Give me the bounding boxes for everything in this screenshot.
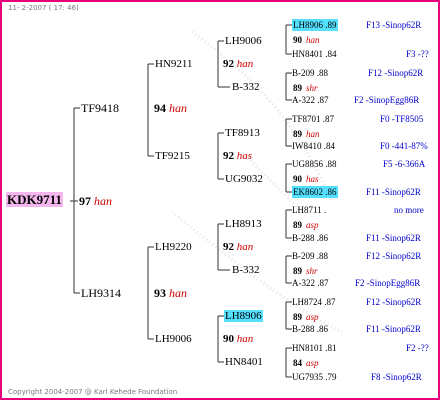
strain-15: F2 -?? bbox=[406, 343, 429, 353]
strain-14: F11 -Sinop62R bbox=[366, 324, 421, 334]
g4-ring-16[interactable]: UG7935 .79 bbox=[292, 371, 337, 383]
g4-ring-2[interactable]: HN8401 .84 bbox=[292, 48, 337, 60]
header-info: 11- 2-2007 ( 17: 46) bbox=[8, 4, 79, 12]
sire[interactable]: TF9418 bbox=[81, 102, 119, 114]
g2-score-line-4: 90 han bbox=[223, 333, 253, 345]
g4-pair-score-3: 89 han bbox=[293, 129, 320, 139]
strain-13: F12 -Sinop62R bbox=[366, 297, 422, 307]
g4-ring-12[interactable]: A-322 .87 bbox=[292, 277, 329, 289]
g4-ring-11[interactable]: B-209 .88 bbox=[292, 250, 328, 262]
g4-ring-15[interactable]: HN8101 .81 bbox=[292, 342, 337, 354]
g4-pair-score-2: 89 shr bbox=[293, 83, 318, 93]
g4-ring-5[interactable]: TF8701 .87 bbox=[292, 113, 334, 125]
g2-ring-3[interactable]: LH9220 bbox=[155, 241, 192, 253]
pedigree-frame: 11- 2-2007 ( 17: 46) KDK9711 97 han TF94… bbox=[0, 0, 440, 400]
strain-1: F13 -Sinop62R bbox=[366, 20, 422, 30]
root-ring: KDK9711 bbox=[6, 192, 63, 207]
root-score-line: 97 han bbox=[79, 195, 112, 207]
g4-ring-13[interactable]: LH8724 .87 bbox=[292, 296, 336, 308]
g2-ring-4[interactable]: LH9006 bbox=[155, 333, 192, 345]
g2-score-3: 92 bbox=[223, 241, 234, 253]
g3-ring-1[interactable]: LH9006 bbox=[225, 35, 262, 47]
dam[interactable]: LH9314 bbox=[81, 287, 121, 299]
g2-score-line-2: 92 has bbox=[223, 150, 252, 162]
g2-score-2: 92 bbox=[223, 150, 234, 162]
strain-16: F8 -Sinop62R bbox=[371, 372, 422, 382]
g3-ring-7-highlighted[interactable]: LH8906 bbox=[224, 310, 263, 322]
g2-ring-2[interactable]: TF9215 bbox=[155, 150, 190, 162]
g2-score-line-3: 92 han bbox=[223, 241, 253, 253]
g3-ring-8[interactable]: HN8401 bbox=[225, 356, 263, 368]
strain-7: F5 -6-366A bbox=[383, 159, 426, 169]
g2-lineage-2: has bbox=[236, 150, 253, 162]
g4-ring-6[interactable]: IW8410 .84 bbox=[292, 140, 335, 152]
strain-9: no more bbox=[394, 205, 424, 215]
root-lineage: han bbox=[94, 194, 112, 208]
g2-score-4: 90 bbox=[223, 333, 234, 345]
strain-10: F11 -Sinop62R bbox=[366, 233, 421, 243]
dam-score-line: 93 han bbox=[154, 287, 187, 299]
g4-ring-10[interactable]: B-288 .86 bbox=[292, 232, 328, 244]
g4-pair-score-7: 89 asp bbox=[293, 312, 319, 322]
g2-score-line-1: 92 han bbox=[223, 58, 253, 70]
strain-4: F2 -SinopEgg86R bbox=[354, 95, 420, 105]
g4-ring-1[interactable]: LH8906 .89 bbox=[292, 19, 338, 31]
g4-pair-score-8: 84 asp bbox=[293, 358, 319, 368]
g2-ring-1[interactable]: HN9211 bbox=[155, 58, 192, 70]
g4-ring-4[interactable]: A-322 .87 bbox=[292, 94, 329, 106]
strain-2: F3 -?? bbox=[406, 49, 429, 59]
g4-ring-9[interactable]: LH8711 . bbox=[292, 204, 326, 216]
g2-lineage-4: han bbox=[236, 333, 254, 345]
g4-pair-score-6: 89 shr bbox=[293, 266, 318, 276]
sire-lineage: han bbox=[169, 101, 187, 115]
g3-ring-2[interactable]: B-332 bbox=[232, 81, 260, 93]
g4-ring-8[interactable]: EK8602 .86 bbox=[292, 186, 338, 198]
root-score: 97 bbox=[79, 194, 91, 208]
dam-score: 93 bbox=[154, 286, 166, 300]
strain-12: F2 -SinopEgg86R bbox=[355, 278, 421, 288]
g3-ring-4[interactable]: UG9032 bbox=[225, 173, 263, 185]
strain-11: F12 -Sinop62R bbox=[366, 251, 422, 261]
strain-3: F12 -Sinop62R bbox=[368, 68, 424, 78]
g2-lineage-3: han bbox=[236, 241, 254, 253]
g4-ring-14[interactable]: B-288 .86 bbox=[292, 323, 328, 335]
g3-ring-6[interactable]: B-332 bbox=[232, 264, 260, 276]
sire-score-line: 94 han bbox=[154, 102, 187, 114]
strain-6: F0 -441-87% bbox=[380, 141, 428, 151]
pedigree-tree-lines bbox=[70, 24, 343, 378]
g4-ring-3[interactable]: B-209 .88 bbox=[292, 67, 328, 79]
g4-pair-score-1: 90 han bbox=[293, 35, 320, 45]
root-pigeon[interactable]: KDK9711 bbox=[6, 192, 63, 207]
sire-score: 94 bbox=[154, 101, 166, 115]
strain-5: F0 -TF8505 bbox=[380, 114, 424, 124]
g2-lineage-1: han bbox=[236, 58, 254, 70]
dam-lineage: han bbox=[169, 286, 187, 300]
copyright-footer: Copyright 2004-2007 @ Karl Kehede Founda… bbox=[8, 388, 178, 396]
g4-pair-score-4: 90 has bbox=[293, 174, 319, 184]
strain-8: F11 -Sinop62R bbox=[366, 187, 421, 197]
g4-ring-7[interactable]: UG8856 .88 bbox=[292, 158, 337, 170]
g3-ring-3[interactable]: TF8913 bbox=[225, 127, 260, 139]
g4-pair-score-5: 89 asp bbox=[293, 220, 319, 230]
g3-ring-5[interactable]: LH8913 bbox=[225, 218, 262, 230]
g2-score-1: 92 bbox=[223, 58, 234, 70]
